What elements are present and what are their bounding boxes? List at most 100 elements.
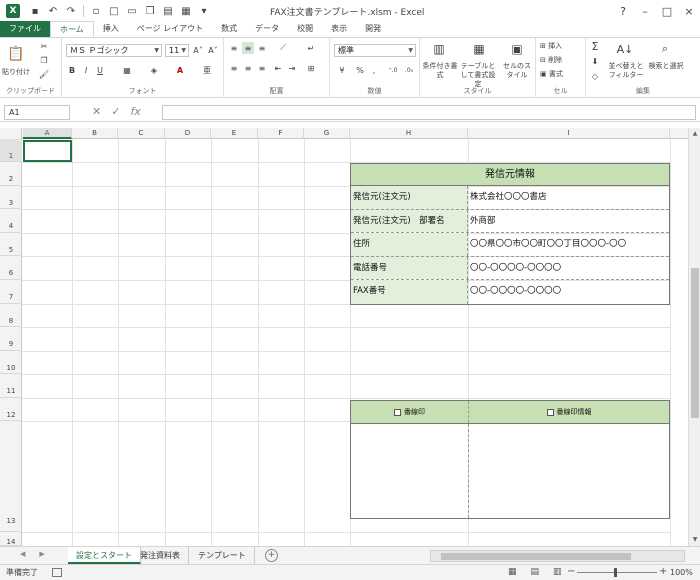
stamp-info-checkbox[interactable] bbox=[546, 408, 554, 416]
prev-sheet-icon[interactable]: ◀ bbox=[20, 550, 25, 558]
sheet-tab[interactable]: テンプレート bbox=[190, 547, 255, 564]
clear-icon[interactable]: ◇ bbox=[588, 70, 602, 82]
border-icon[interactable]: ▦ bbox=[117, 63, 137, 77]
scroll-down-icon[interactable]: ▼ bbox=[689, 534, 700, 546]
undo-icon[interactable]: ↶ bbox=[44, 3, 62, 19]
normal-view-icon[interactable]: ▦ bbox=[508, 567, 517, 577]
font-name-select[interactable]: ＭＳ Ｐゴシック ▼ bbox=[66, 44, 162, 57]
zoom-level[interactable]: 100% bbox=[670, 568, 693, 577]
currency-icon[interactable]: ¥ bbox=[334, 63, 350, 77]
percent-button[interactable]: % bbox=[354, 63, 366, 77]
select-all-button[interactable] bbox=[0, 128, 22, 139]
italic-button[interactable]: I bbox=[80, 63, 92, 77]
vertical-scroll-thumb[interactable] bbox=[691, 268, 699, 418]
underline-button[interactable]: U bbox=[94, 63, 106, 77]
horizontal-scroll-thumb[interactable] bbox=[441, 553, 631, 560]
page-layout-view-icon[interactable]: ▤ bbox=[531, 567, 540, 577]
print-preview-icon[interactable]: ▫ bbox=[87, 3, 105, 19]
row-header[interactable]: 2 bbox=[0, 162, 22, 186]
insert-cells-button[interactable]: ⊞ 挿入 bbox=[540, 42, 562, 51]
tab-file[interactable]: ファイル bbox=[0, 21, 50, 37]
column-header[interactable]: G bbox=[304, 128, 350, 139]
page-break-view-icon[interactable]: ▥ bbox=[553, 567, 562, 577]
paste-icon[interactable]: 📋 bbox=[4, 42, 28, 66]
column-header[interactable]: E bbox=[211, 128, 258, 139]
stamp-info-area[interactable] bbox=[469, 424, 669, 518]
zoom-in-icon[interactable]: + bbox=[659, 566, 667, 577]
stamp-info-checkbox-cell[interactable]: 番線印情報 bbox=[469, 401, 669, 423]
cancel-icon[interactable]: ✕ bbox=[92, 105, 101, 118]
row-header[interactable]: 9 bbox=[0, 327, 22, 351]
align-bottom-icon[interactable]: ≡ bbox=[256, 42, 268, 54]
fill-color-icon[interactable]: ◈ bbox=[144, 63, 164, 77]
minimize-button[interactable]: – bbox=[634, 5, 656, 18]
enter-icon[interactable]: ✓ bbox=[111, 105, 120, 118]
name-box[interactable]: A1 bbox=[4, 105, 70, 120]
format-cells-button[interactable]: ▣ 書式 bbox=[540, 70, 563, 79]
close-button[interactable]: × bbox=[678, 5, 700, 18]
find-select-label[interactable]: 検索と選択 bbox=[648, 62, 684, 71]
grow-font-button[interactable]: A˄ bbox=[192, 44, 204, 57]
sheet-tab[interactable]: 設定とスタート bbox=[68, 547, 141, 564]
info-value[interactable]: 外商部 bbox=[468, 210, 669, 233]
number-format-select[interactable]: 標準 ▼ bbox=[334, 44, 416, 57]
help-button[interactable]: ? bbox=[612, 5, 634, 18]
tab-home[interactable]: ホーム bbox=[50, 21, 94, 37]
row-header[interactable]: 3 bbox=[0, 186, 22, 210]
tab-page-layout[interactable]: ページ レイアウト bbox=[128, 21, 212, 37]
sort-filter-label[interactable]: 並べ替えとフィルター bbox=[606, 62, 646, 80]
increase-decimal-icon[interactable]: ⁺.0 bbox=[386, 63, 400, 77]
tab-insert[interactable]: 挿入 bbox=[94, 21, 128, 37]
column-header[interactable]: D bbox=[165, 128, 211, 139]
sheet-tab[interactable]: 発注資料表 bbox=[132, 547, 189, 564]
align-left-icon[interactable]: ≡ bbox=[228, 62, 240, 74]
sort-filter-icon[interactable]: A↓ bbox=[616, 40, 634, 58]
format-as-table-icon[interactable]: ▦ bbox=[470, 40, 488, 58]
row-header[interactable]: 12 bbox=[0, 398, 22, 421]
table-icon[interactable]: ▦ bbox=[177, 3, 195, 19]
copy-icon[interactable]: ❐ bbox=[38, 54, 50, 66]
align-top-icon[interactable]: ≡ bbox=[228, 42, 240, 54]
row-header[interactable]: 13 bbox=[0, 421, 22, 532]
row-header[interactable]: 10 bbox=[0, 351, 22, 375]
zoom-out-icon[interactable]: − bbox=[567, 566, 575, 577]
info-key[interactable]: 電話番号 bbox=[351, 256, 468, 280]
info-value[interactable]: 〇〇-〇〇〇〇-〇〇〇〇 bbox=[468, 257, 669, 280]
insert-function-icon[interactable]: fx bbox=[130, 105, 140, 118]
format-painter-icon[interactable]: 🖌 bbox=[38, 68, 50, 80]
row-header[interactable]: 1 bbox=[0, 139, 22, 162]
info-key[interactable]: 住所 bbox=[351, 233, 468, 256]
tab-formulas[interactable]: 数式 bbox=[212, 21, 246, 37]
horizontal-scrollbar[interactable] bbox=[430, 550, 685, 562]
column-header[interactable]: I bbox=[468, 128, 670, 139]
increase-indent-icon[interactable]: ⇥ bbox=[286, 62, 298, 74]
autosum-icon[interactable]: Σ bbox=[588, 40, 602, 53]
cell-styles-icon[interactable]: ▣ bbox=[508, 40, 526, 58]
vertical-scrollbar[interactable]: ▲ ▼ bbox=[688, 128, 700, 546]
redo-icon[interactable]: ↷ bbox=[62, 3, 80, 19]
row-header[interactable]: 8 bbox=[0, 304, 22, 328]
orientation-icon[interactable]: ⟋ bbox=[274, 42, 292, 54]
column-header[interactable]: C bbox=[118, 128, 165, 139]
info-value[interactable]: 〇〇県〇〇市〇〇町〇〇丁目〇〇〇-〇〇 bbox=[468, 233, 669, 256]
delete-cells-button[interactable]: ⊟ 削除 bbox=[540, 56, 562, 65]
font-color-icon[interactable]: A bbox=[170, 63, 190, 77]
phonetic-icon[interactable]: 亜 bbox=[200, 63, 214, 77]
stamp-checkbox-cell[interactable]: 番線印 bbox=[351, 401, 469, 423]
align-middle-icon[interactable]: ≡ bbox=[242, 42, 254, 54]
row-header[interactable]: 7 bbox=[0, 280, 22, 304]
comma-button[interactable]: , bbox=[368, 63, 380, 77]
tab-review[interactable]: 校閲 bbox=[288, 21, 322, 37]
merge-center-icon[interactable]: ⊞ bbox=[304, 62, 318, 74]
cut-icon[interactable]: ✂ bbox=[38, 40, 50, 52]
formula-input[interactable] bbox=[162, 105, 696, 120]
stamp-checkbox[interactable] bbox=[394, 408, 401, 416]
conditional-format-icon[interactable]: ▥ bbox=[430, 40, 448, 58]
shrink-font-button[interactable]: A˅ bbox=[207, 44, 219, 57]
copy-icon[interactable]: ❐ bbox=[141, 3, 159, 19]
fill-icon[interactable]: ⬇ bbox=[588, 55, 602, 67]
selected-cell[interactable] bbox=[23, 140, 72, 162]
wrap-text-icon[interactable]: ↵ bbox=[304, 42, 318, 54]
info-key[interactable]: FAX番号 bbox=[351, 280, 468, 304]
decrease-indent-icon[interactable]: ⇤ bbox=[272, 62, 284, 74]
